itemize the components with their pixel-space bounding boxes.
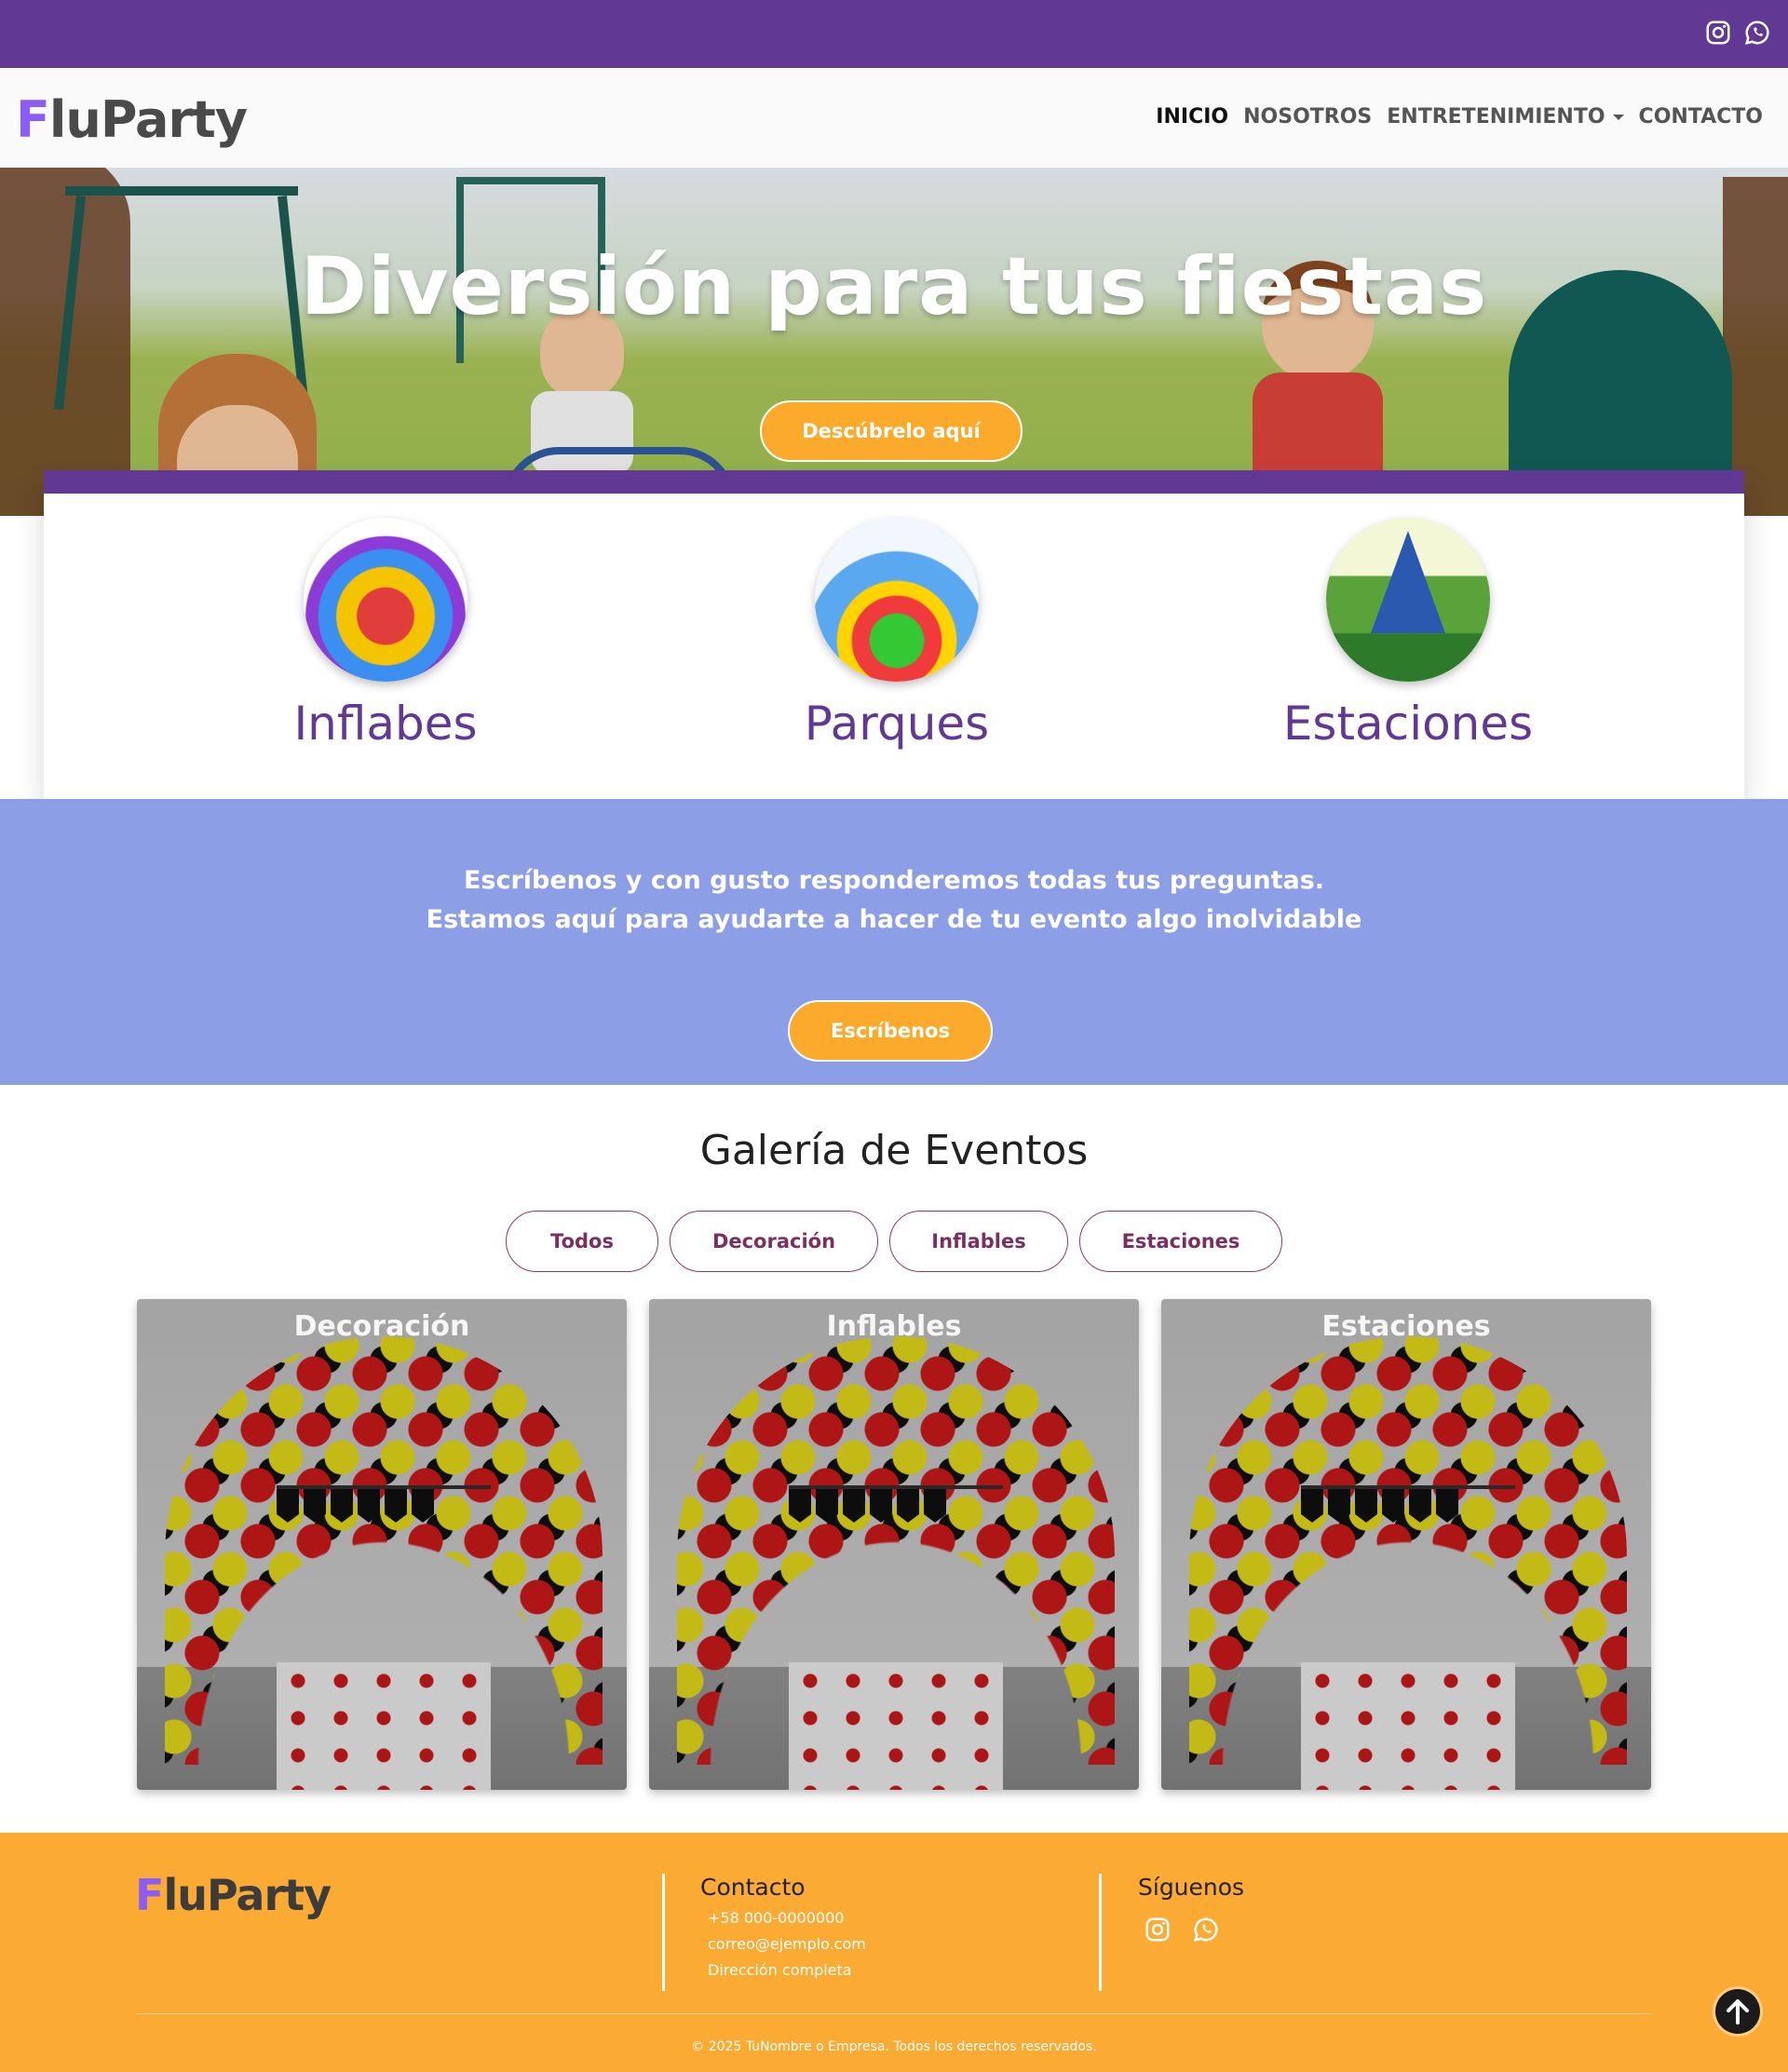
gallery-item-decoracion[interactable]: Decoración bbox=[137, 1299, 627, 1790]
nav-entretenimiento-label: ENTRETENIMIENTO bbox=[1387, 105, 1605, 129]
filter-inflables-button[interactable]: Inflables bbox=[889, 1211, 1068, 1272]
footer-contact: Contacto +58 000-0000000 correo@ejemplo.… bbox=[700, 1874, 866, 1979]
gallery-grid: Decoración Inflables Estaciones bbox=[137, 1299, 1651, 1790]
back-to-top-arrow-icon[interactable] bbox=[1715, 1989, 1760, 2034]
hero-cta-button[interactable]: Descúbrelo aquí bbox=[760, 400, 1023, 462]
gallery-item-estaciones[interactable]: Estaciones bbox=[1161, 1299, 1651, 1790]
footer-copyright: © 2025 TuNombre o Empresa. Todos los der… bbox=[691, 2039, 1097, 2054]
footer-email[interactable]: correo@ejemplo.com bbox=[708, 1935, 866, 1953]
footer-separator bbox=[137, 2013, 1651, 2014]
footer-social: Síguenos bbox=[1138, 1874, 1244, 1943]
gallery-caption: Inflables bbox=[826, 1310, 962, 1343]
category-label: Inflabes bbox=[293, 697, 478, 751]
category-card-parques[interactable]: Parques bbox=[720, 518, 1074, 751]
category-card-inflabes[interactable]: Inflabes bbox=[209, 518, 562, 751]
gallery-title: Galería de Eventos bbox=[699, 1127, 1089, 1174]
write-us-button[interactable]: Escríbenos bbox=[788, 1000, 993, 1062]
footer: FluParty Contacto +58 000-0000000 correo… bbox=[0, 1833, 1788, 2072]
instagram-icon[interactable] bbox=[1704, 19, 1732, 47]
whatsapp-icon[interactable] bbox=[1743, 19, 1771, 47]
nav-contacto[interactable]: CONTACTO bbox=[1639, 105, 1763, 129]
playground-image bbox=[815, 518, 979, 682]
footer-logo[interactable]: FluParty bbox=[135, 1870, 332, 1920]
footer-social-title: Síguenos bbox=[1138, 1874, 1245, 1901]
brand-logo[interactable]: FluParty bbox=[16, 90, 248, 149]
stations-image bbox=[1326, 518, 1490, 682]
chevron-down-icon bbox=[1612, 115, 1624, 120]
contact-text-line1: Escríbenos y con gusto responderemos tod… bbox=[463, 866, 1325, 895]
gallery-caption: Estaciones bbox=[1321, 1310, 1491, 1343]
footer-phone[interactable]: +58 000-0000000 bbox=[708, 1909, 866, 1927]
gallery-caption: Decoración bbox=[293, 1310, 470, 1343]
hero-title: Diversión para tus fiestas bbox=[300, 240, 1488, 333]
category-card-estaciones[interactable]: Estaciones bbox=[1231, 518, 1585, 751]
footer-contact-title: Contacto bbox=[700, 1874, 806, 1901]
footer-social-icons bbox=[1144, 1916, 1244, 1943]
footer-divider bbox=[1099, 1874, 1102, 1991]
logo-initial: F bbox=[16, 90, 50, 149]
filter-todos-button[interactable]: Todos bbox=[506, 1211, 658, 1272]
footer-divider bbox=[662, 1874, 665, 1991]
category-label: Parques bbox=[804, 697, 990, 751]
navbar: FluParty INICIO NOSOTROS ENTRETENIMIENTO… bbox=[0, 68, 1788, 168]
inflatable-image bbox=[304, 518, 467, 682]
contact-text-line2: Estamos aquí para ayudarte a hacer de tu… bbox=[426, 905, 1362, 934]
filter-decoracion-button[interactable]: Decoración bbox=[670, 1211, 878, 1272]
filter-estaciones-button[interactable]: Estaciones bbox=[1079, 1211, 1282, 1272]
whatsapp-icon[interactable] bbox=[1192, 1916, 1220, 1943]
logo-text: luParty bbox=[48, 90, 248, 149]
nav-inicio[interactable]: INICIO bbox=[1156, 105, 1228, 129]
contact-cta-section: Escríbenos y con gusto responderemos tod… bbox=[0, 799, 1788, 1085]
instagram-icon[interactable] bbox=[1144, 1916, 1172, 1943]
top-bar bbox=[0, 0, 1788, 68]
footer-address: Dirección completa bbox=[708, 1961, 852, 1979]
category-cards: Inflabes Parques Estaciones bbox=[44, 470, 1744, 799]
main-nav: INICIO NOSOTROS ENTRETENIMIENTO CONTACTO bbox=[1156, 105, 1763, 129]
nav-nosotros[interactable]: NOSOTROS bbox=[1243, 105, 1372, 129]
category-label: Estaciones bbox=[1282, 697, 1534, 751]
gallery-item-inflables[interactable]: Inflables bbox=[649, 1299, 1139, 1790]
logo-initial: F bbox=[135, 1870, 164, 1920]
top-social-icons bbox=[1704, 19, 1771, 47]
hero-banner: Diversión para tus fiestas Descúbrelo aq… bbox=[0, 168, 1788, 516]
nav-entretenimiento[interactable]: ENTRETENIMIENTO bbox=[1387, 105, 1624, 129]
gallery-filters: Todos Decoración Inflables Estaciones bbox=[0, 1211, 1788, 1272]
logo-text: luParty bbox=[163, 1870, 332, 1920]
